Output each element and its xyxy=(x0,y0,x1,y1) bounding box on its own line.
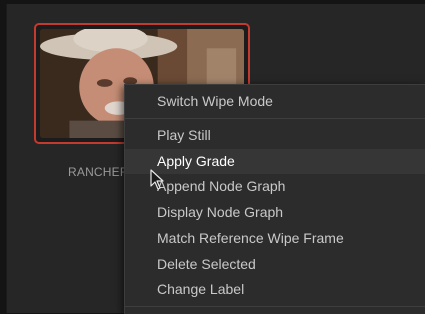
menu-separator xyxy=(125,306,425,307)
menu-item-delete-selected[interactable]: Delete Selected xyxy=(125,252,425,277)
menu-item-play-still[interactable]: Play Still xyxy=(125,123,425,148)
menu-item-change-label[interactable]: Change Label xyxy=(125,277,425,302)
menu-item-display-node-graph[interactable]: Display Node Graph xyxy=(125,200,425,225)
menu-item-match-reference-wipe-frame[interactable]: Match Reference Wipe Frame xyxy=(125,226,425,251)
menu-item-apply-grade[interactable]: Apply Grade xyxy=(125,149,425,174)
menu-separator xyxy=(125,118,425,119)
still-label: RANCHER xyxy=(68,165,129,179)
arrow-pointer-icon xyxy=(150,169,164,190)
menu-item-append-node-graph[interactable]: Append Node Graph xyxy=(125,174,425,199)
context-menu: Switch Wipe Mode Play Still Apply Grade … xyxy=(124,84,425,314)
menu-item-switch-wipe-mode[interactable]: Switch Wipe Mode xyxy=(125,89,425,114)
